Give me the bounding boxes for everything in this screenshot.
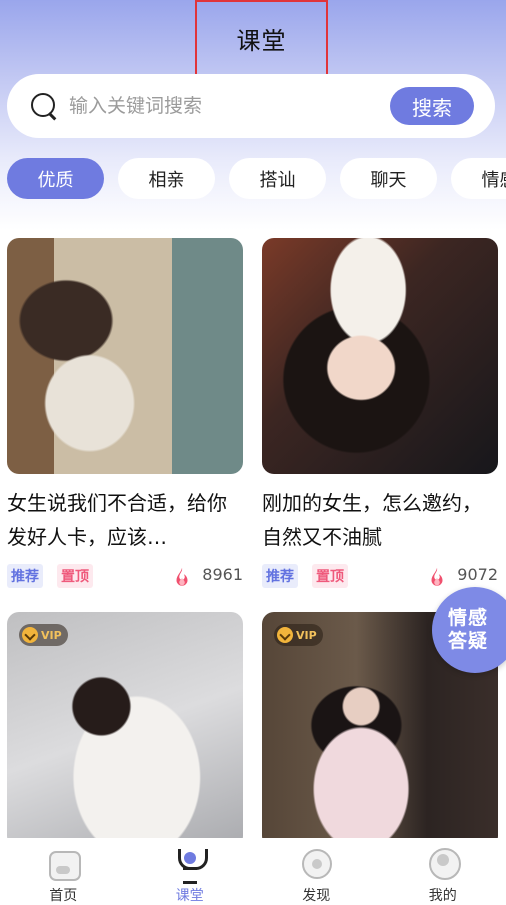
course-thumbnail[interactable]: VIP — [7, 612, 243, 848]
emotion-qa-label-1: 情感 — [448, 607, 489, 629]
page-title: 课堂 — [236, 27, 287, 55]
view-count: 8961 — [202, 565, 243, 584]
nav-me-label: 我的 — [428, 888, 457, 904]
pinned-badge: 置顶 — [312, 564, 348, 588]
tab-youzhi[interactable]: 优质 — [7, 158, 104, 199]
nav-me[interactable]: 我的 — [403, 846, 483, 905]
tab-xiangqin[interactable]: 相亲 — [118, 158, 215, 199]
course-title[interactable]: 女生说我们不合适，给你发好人卡，应该… — [7, 486, 243, 554]
nav-home[interactable]: 首页 — [23, 846, 103, 905]
vip-badge: VIP — [274, 624, 323, 646]
search-bar: 搜索 — [7, 74, 495, 138]
discover-icon — [299, 846, 333, 880]
nav-classroom[interactable]: 课堂 — [150, 846, 230, 905]
course-meta: 推荐 置顶 8961 — [7, 564, 243, 588]
vip-label: VIP — [296, 628, 317, 642]
pinned-badge: 置顶 — [57, 564, 93, 588]
emotion-qa-label-2: 答疑 — [448, 630, 489, 652]
nav-discover[interactable]: 发现 — [276, 846, 356, 905]
course-thumbnail[interactable] — [7, 238, 243, 474]
search-button[interactable]: 搜索 — [390, 87, 474, 125]
page-title-box: 课堂 — [195, 0, 328, 77]
search-icon — [29, 91, 59, 121]
profile-icon — [426, 846, 461, 880]
vip-badge: VIP — [19, 624, 68, 646]
vip-icon — [22, 627, 38, 643]
course-thumbnail[interactable] — [262, 238, 498, 474]
bottom-nav: 首页 课堂 发现 我的 — [0, 838, 506, 905]
recommend-badge: 推荐 — [7, 564, 43, 588]
tab-qinggan[interactable]: 情感 — [451, 158, 506, 199]
view-count: 9072 — [457, 565, 498, 584]
course-card[interactable]: 刚加的女生，怎么邀约，自然又不油腻 推荐 置顶 9072 — [262, 238, 498, 594]
category-tabs: 优质 相亲 搭讪 聊天 情感 — [7, 158, 506, 199]
course-card[interactable]: VIP — [7, 612, 243, 848]
home-icon — [46, 846, 82, 881]
flame-icon — [176, 567, 188, 586]
flame-icon — [431, 567, 443, 586]
trophy-icon — [173, 846, 208, 884]
recommend-badge: 推荐 — [262, 564, 298, 588]
tab-liaotian[interactable]: 聊天 — [340, 158, 437, 199]
vip-label: VIP — [41, 628, 62, 642]
nav-discover-label: 发现 — [302, 888, 331, 904]
course-meta: 推荐 置顶 9072 — [262, 564, 498, 588]
nav-classroom-label: 课堂 — [175, 888, 204, 904]
screen: 课堂 搜索 优质 相亲 搭讪 聊天 情感 女生说我们不合适，给你发好人卡，应该…… — [0, 0, 506, 905]
vip-icon — [277, 627, 293, 643]
search-input[interactable] — [69, 95, 359, 117]
nav-home-label: 首页 — [49, 888, 78, 904]
tab-dashan[interactable]: 搭讪 — [229, 158, 326, 199]
course-card[interactable]: 女生说我们不合适，给你发好人卡，应该… 推荐 置顶 8961 — [7, 238, 243, 594]
course-title[interactable]: 刚加的女生，怎么邀约，自然又不油腻 — [262, 486, 498, 554]
